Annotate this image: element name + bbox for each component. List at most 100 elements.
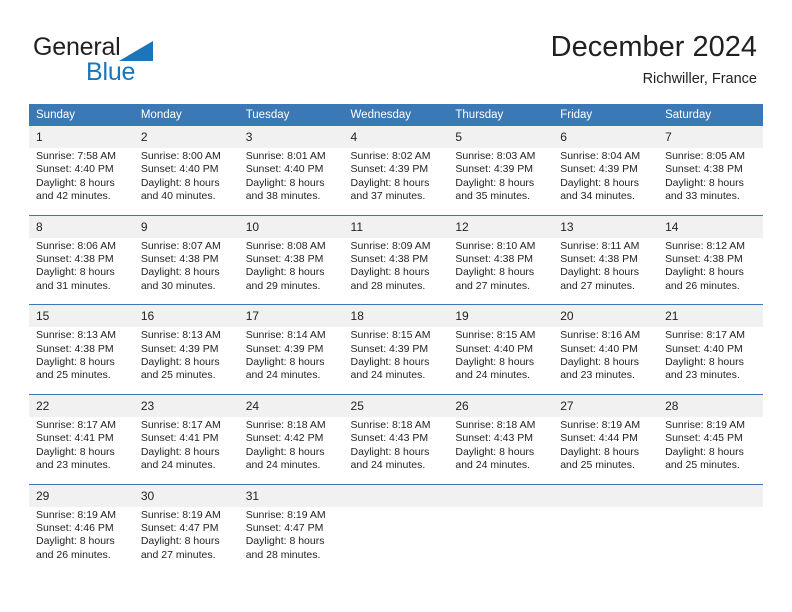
day-cell[interactable]: Sunrise: 8:10 AM Sunset: 4:38 PM Dayligh… (448, 237, 554, 305)
daylight-text-line2: and 37 minutes. (350, 190, 426, 203)
day-number[interactable]: 22 (29, 393, 134, 417)
day-cell[interactable]: Sunrise: 8:02 AM Sunset: 4:39 PM Dayligh… (343, 148, 449, 216)
day-cell[interactable]: Sunrise: 7:58 AM Sunset: 4:40 PM Dayligh… (29, 148, 134, 216)
day-cell[interactable]: Sunrise: 8:07 AM Sunset: 4:38 PM Dayligh… (133, 237, 239, 305)
day-cell[interactable]: Sunrise: 8:12 AM Sunset: 4:38 PM Dayligh… (658, 237, 763, 305)
day-number[interactable]: 4 (343, 126, 449, 148)
sunrise-text: Sunrise: 8:02 AM (350, 150, 431, 162)
week-daynumber-row: 29 30 31 (29, 483, 763, 507)
day-cell-empty (553, 506, 659, 574)
day-number[interactable]: 15 (29, 304, 134, 328)
page-title: December 2024 (550, 31, 757, 63)
day-cell[interactable]: Sunrise: 8:16 AM Sunset: 4:40 PM Dayligh… (553, 327, 659, 395)
day-cell[interactable]: Sunrise: 8:15 AM Sunset: 4:40 PM Dayligh… (448, 327, 554, 395)
day-number[interactable]: 7 (658, 126, 763, 148)
day-cell[interactable]: Sunrise: 8:18 AM Sunset: 4:42 PM Dayligh… (238, 416, 344, 484)
day-number[interactable]: 19 (448, 304, 554, 328)
day-cell[interactable]: Sunrise: 8:06 AM Sunset: 4:38 PM Dayligh… (29, 237, 134, 305)
day-number[interactable]: 8 (29, 214, 134, 238)
day-number[interactable]: 28 (658, 393, 763, 417)
day-cell[interactable]: Sunrise: 8:03 AM Sunset: 4:39 PM Dayligh… (448, 148, 554, 216)
day-number[interactable]: 24 (238, 393, 344, 417)
day-cell[interactable]: Sunrise: 8:18 AM Sunset: 4:43 PM Dayligh… (343, 416, 449, 484)
day-cell-empty (553, 483, 659, 507)
daylight-text-line1: Daylight: 8 hours (140, 356, 220, 369)
day-number[interactable]: 14 (658, 214, 763, 238)
day-cell[interactable]: Sunrise: 8:15 AM Sunset: 4:39 PM Dayligh… (343, 327, 449, 395)
day-cell[interactable]: Sunrise: 8:19 AM Sunset: 4:46 PM Dayligh… (29, 506, 134, 574)
daylight-text-line2: and 40 minutes. (140, 190, 216, 203)
page-header: General Blue December 2024 Richwiller, F… (0, 0, 792, 100)
day-cell[interactable]: Sunrise: 8:19 AM Sunset: 4:47 PM Dayligh… (133, 506, 239, 574)
week-daynumber-row: 15 16 17 18 19 20 21 (29, 304, 763, 328)
day-number[interactable]: 27 (553, 393, 659, 417)
day-number[interactable]: 18 (343, 304, 449, 328)
day-number[interactable]: 5 (448, 126, 554, 148)
day-number[interactable]: 31 (238, 483, 344, 507)
day-cell[interactable]: Sunrise: 8:18 AM Sunset: 4:43 PM Dayligh… (448, 416, 554, 484)
sunrise-text: Sunrise: 8:19 AM (245, 508, 326, 521)
day-cell[interactable]: Sunrise: 8:17 AM Sunset: 4:40 PM Dayligh… (658, 327, 763, 395)
day-number[interactable]: 12 (448, 214, 554, 238)
day-number[interactable]: 30 (133, 483, 239, 507)
day-cell[interactable]: Sunrise: 8:05 AM Sunset: 4:38 PM Dayligh… (658, 148, 763, 216)
day-number[interactable]: 2 (133, 126, 239, 148)
day-number[interactable]: 10 (238, 214, 344, 238)
daylight-text-line1: Daylight: 8 hours (665, 445, 744, 458)
daylight-text-line2: and 24 minutes. (455, 369, 531, 382)
day-cell[interactable]: Sunrise: 8:19 AM Sunset: 4:44 PM Dayligh… (553, 416, 659, 484)
day-number[interactable]: 17 (238, 304, 344, 328)
day-number[interactable]: 13 (553, 214, 659, 238)
day-number[interactable]: 29 (29, 483, 134, 507)
general-blue-logo[interactable]: General Blue (33, 33, 263, 88)
day-number[interactable]: 1 (29, 126, 134, 148)
sunrise-text: Sunrise: 8:15 AM (455, 329, 536, 342)
day-number[interactable]: 3 (238, 126, 344, 148)
day-cell[interactable]: Sunrise: 8:04 AM Sunset: 4:39 PM Dayligh… (553, 148, 659, 216)
sunset-text: Sunset: 4:39 PM (350, 342, 429, 355)
day-number[interactable]: 9 (133, 214, 239, 238)
daylight-text-line1: Daylight: 8 hours (36, 445, 115, 458)
day-number[interactable]: 6 (553, 126, 659, 148)
calendar-table: Sunday Monday Tuesday Wednesday Thursday… (29, 104, 763, 574)
daylight-text-line2: and 25 minutes. (140, 369, 216, 382)
sunrise-text: Sunrise: 8:18 AM (350, 418, 431, 431)
sunrise-text: Sunrise: 8:13 AM (36, 329, 116, 342)
daylight-text-line1: Daylight: 8 hours (350, 445, 430, 458)
sunrise-text: Sunrise: 8:19 AM (140, 508, 221, 521)
sunset-text: Sunset: 4:41 PM (140, 432, 219, 445)
sunrise-text: Sunrise: 8:09 AM (350, 239, 431, 252)
day-cell-empty (448, 506, 554, 574)
day-number[interactable]: 20 (553, 304, 659, 328)
day-number[interactable]: 21 (658, 304, 763, 328)
day-cell[interactable]: Sunrise: 8:00 AM Sunset: 4:40 PM Dayligh… (133, 148, 239, 216)
day-cell[interactable]: Sunrise: 8:09 AM Sunset: 4:38 PM Dayligh… (343, 237, 449, 305)
sunset-text: Sunset: 4:38 PM (665, 253, 743, 266)
sunset-text: Sunset: 4:38 PM (560, 253, 638, 266)
day-cell[interactable]: Sunrise: 8:19 AM Sunset: 4:47 PM Dayligh… (238, 506, 344, 574)
day-number[interactable]: 11 (343, 214, 449, 238)
day-cell[interactable]: Sunrise: 8:17 AM Sunset: 4:41 PM Dayligh… (133, 416, 239, 484)
day-cell[interactable]: Sunrise: 8:13 AM Sunset: 4:38 PM Dayligh… (29, 327, 134, 395)
day-cell[interactable]: Sunrise: 8:08 AM Sunset: 4:38 PM Dayligh… (238, 237, 344, 305)
day-cell-empty (658, 483, 763, 507)
day-number[interactable]: 16 (133, 304, 239, 328)
daylight-text-line1: Daylight: 8 hours (455, 176, 535, 189)
sunrise-text: Sunrise: 8:12 AM (665, 239, 746, 252)
day-cell[interactable]: Sunrise: 8:13 AM Sunset: 4:39 PM Dayligh… (133, 327, 239, 395)
day-cell[interactable]: Sunrise: 8:11 AM Sunset: 4:38 PM Dayligh… (553, 237, 659, 305)
day-cell[interactable]: Sunrise: 8:19 AM Sunset: 4:45 PM Dayligh… (658, 416, 763, 484)
daylight-text-line1: Daylight: 8 hours (140, 445, 220, 458)
daylight-text-line2: and 24 minutes. (455, 459, 531, 472)
sunrise-text: Sunrise: 8:00 AM (140, 150, 221, 162)
daylight-text-line2: and 29 minutes. (245, 279, 321, 292)
sunset-text: Sunset: 4:40 PM (36, 163, 114, 176)
day-number[interactable]: 26 (448, 393, 554, 417)
day-cell[interactable]: Sunrise: 8:01 AM Sunset: 4:40 PM Dayligh… (238, 148, 344, 216)
daylight-text-line1: Daylight: 8 hours (140, 535, 220, 548)
day-number[interactable]: 25 (343, 393, 449, 417)
day-number[interactable]: 23 (133, 393, 239, 417)
sunrise-text: Sunrise: 8:19 AM (665, 418, 746, 431)
day-cell[interactable]: Sunrise: 8:14 AM Sunset: 4:39 PM Dayligh… (238, 327, 344, 395)
day-cell[interactable]: Sunrise: 8:17 AM Sunset: 4:41 PM Dayligh… (29, 416, 134, 484)
